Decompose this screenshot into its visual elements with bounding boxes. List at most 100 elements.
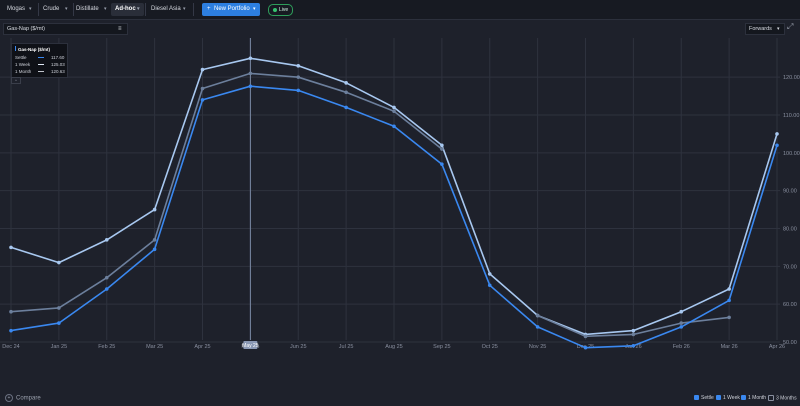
- data-point: [392, 105, 396, 110]
- 1-month-checkbox[interactable]: 1 Month: [741, 395, 766, 401]
- data-point: [440, 162, 444, 166]
- data-point: [440, 147, 444, 151]
- series-1-month: [9, 71, 731, 339]
- settle-checkbox[interactable]: Settle: [694, 395, 714, 401]
- tab-divider: [73, 3, 74, 16]
- tab-divider: [38, 3, 39, 16]
- x-tick-label: Apr 25: [194, 344, 210, 350]
- data-point: [296, 75, 301, 79]
- x-tick-label: Sep 25: [433, 344, 450, 350]
- live-dot-icon: [273, 8, 277, 12]
- series-line: [10, 72, 730, 338]
- data-point: [392, 124, 396, 129]
- tab-mogas[interactable]: Mogas ▾: [3, 3, 37, 16]
- chevron-down-icon: ▾: [65, 6, 68, 12]
- series-selector[interactable]: Gas-Nap ($/mt) ≡: [3, 23, 128, 35]
- data-point: [440, 143, 444, 148]
- x-tick-label: Oct 25: [482, 344, 498, 350]
- data-point: [152, 207, 157, 212]
- plus-icon: +: [5, 394, 13, 402]
- data-point: [104, 287, 109, 291]
- pin-icon[interactable]: ⤢: [787, 22, 793, 32]
- legend-row-settle: Settle 117.60: [15, 55, 65, 60]
- data-point: [775, 143, 779, 148]
- data-point: [57, 321, 61, 325]
- chevron-down-icon: ▾: [253, 6, 256, 12]
- checkbox-checked-icon: [716, 395, 721, 401]
- x-axis: Dec 24 Jan 25 Feb 25 Mar 25 Apr 25 May 25 Jun …: [2, 344, 785, 350]
- legend-row-1-month: 1 Month 120.63: [15, 69, 65, 74]
- data-point: [487, 272, 492, 276]
- y-tick-label: 110.00: [783, 113, 799, 119]
- data-point: [9, 328, 13, 333]
- data-point: [9, 245, 13, 250]
- tab-label: Ad-hoc: [115, 6, 136, 12]
- data-point: [392, 109, 396, 114]
- new-portfolio-label: New Portfolio: [214, 6, 250, 12]
- legend-swatch: [38, 71, 44, 72]
- live-status-badge[interactable]: Live: [268, 4, 293, 16]
- data-point: [583, 334, 588, 339]
- data-point: [248, 56, 253, 61]
- chevron-down-icon: ▾: [104, 6, 107, 12]
- tab-ad-hoc[interactable]: Ad-hoc ▾: [111, 3, 144, 16]
- data-point: [104, 275, 109, 280]
- x-tick-label: Jan 25: [51, 344, 68, 350]
- tab-distillate[interactable]: Distillate ▾: [75, 3, 110, 16]
- tab-diesel-asia[interactable]: Diesel Asia ▾: [147, 3, 190, 16]
- data-point: [631, 343, 636, 348]
- data-point: [679, 321, 684, 325]
- data-point: [296, 64, 301, 68]
- data-point: [152, 247, 157, 252]
- x-tick-label: Jul 25: [339, 344, 354, 350]
- legend-swatch: [38, 57, 44, 58]
- tab-divider: [193, 3, 194, 16]
- data-point: [775, 132, 779, 136]
- top-navigation-bar: Mogas ▾ Crude ▾ Distillate ▾ Ad-hoc ▾ Di…: [0, 0, 800, 20]
- data-point: [679, 325, 684, 329]
- data-point: [583, 345, 588, 350]
- data-point: [727, 298, 731, 303]
- view-mode-dropdown[interactable]: Forwards ▾: [745, 23, 785, 35]
- tab-label: Distillate: [76, 6, 99, 12]
- plus-icon: +: [207, 6, 211, 12]
- chevron-down-icon: ▾: [777, 26, 780, 32]
- tab-divider: [145, 3, 146, 16]
- live-label: Live: [279, 7, 289, 13]
- data-point: [344, 81, 348, 85]
- chart-grid: [0, 38, 780, 343]
- 3-months-checkbox[interactable]: 3 Months: [768, 395, 797, 401]
- x-tick-label: Mar 25: [146, 344, 163, 350]
- data-point: [248, 84, 253, 89]
- data-point: [679, 309, 684, 314]
- forward-curve-chart[interactable]: 50.0060.0070.0080.0090.00100.00110.00120…: [0, 38, 800, 392]
- x-tick-label: Dec 24: [2, 344, 19, 350]
- data-point: [200, 98, 205, 102]
- chart-legend: Gas-Nap ($/mt) Settle 117.60 1 Week 125.…: [11, 43, 68, 78]
- checkbox-unchecked-icon: [768, 395, 774, 401]
- compare-button[interactable]: + Compare: [5, 394, 41, 402]
- menu-icon[interactable]: ≡: [118, 24, 122, 34]
- y-tick-label: 70.00: [783, 264, 797, 270]
- 1-week-checkbox[interactable]: 1 Week: [716, 395, 740, 401]
- data-point: [104, 238, 109, 242]
- chevron-down-icon: ▾: [183, 6, 186, 12]
- x-tick-label: Feb 26: [673, 344, 690, 350]
- legend-collapse-icon[interactable]: ^: [11, 77, 21, 84]
- new-portfolio-button[interactable]: + New Portfolio ▾: [202, 3, 260, 16]
- data-point: [727, 315, 731, 320]
- tab-crude[interactable]: Crude ▾: [40, 3, 74, 16]
- checkbox-checked-icon: [741, 395, 746, 401]
- tab-label: Mogas: [7, 6, 26, 12]
- data-point: [535, 325, 540, 329]
- checkbox-checked-icon: [694, 395, 699, 401]
- x-tick-label: Mar 26: [721, 344, 738, 350]
- legend-title: Gas-Nap ($/mt): [15, 46, 50, 52]
- y-tick-label: 120.00: [783, 75, 800, 81]
- y-tick-label: 60.00: [783, 302, 797, 308]
- data-point: [631, 332, 636, 337]
- data-point: [9, 309, 13, 314]
- series-selector-label: Gas-Nap ($/mt): [7, 26, 45, 32]
- x-tick-label: Apr 26: [769, 344, 785, 350]
- data-point: [344, 90, 348, 95]
